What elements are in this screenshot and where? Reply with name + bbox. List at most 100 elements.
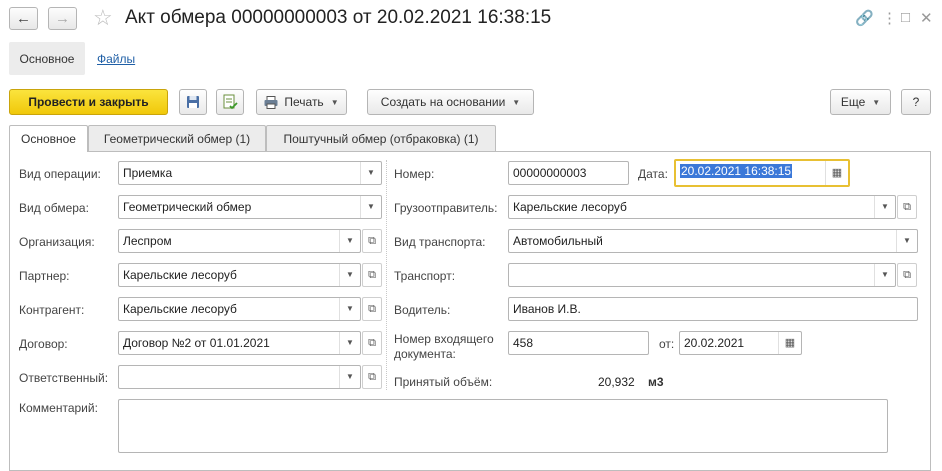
floppy-disk-icon (187, 96, 199, 108)
open-counterparty-button[interactable]: ⧉ (362, 297, 382, 321)
chevron-down-icon[interactable]: ▼ (874, 264, 895, 286)
organization-label: Организация: (19, 235, 95, 249)
tab-geometric-measure[interactable]: Геометрический обмер (1) (88, 125, 266, 151)
calendar-icon[interactable]: ▦ (778, 332, 801, 354)
driver-field[interactable]: Иванов И.В. (508, 297, 918, 321)
chevron-down-icon[interactable]: ▼ (339, 366, 360, 388)
measure-type-label: Вид обмера: (19, 201, 89, 215)
accepted-volume-unit: м3 (648, 375, 664, 389)
column-divider (386, 160, 387, 390)
contract-field[interactable]: Договор №2 от 01.01.2021 ▼ (118, 331, 361, 355)
open-contract-button[interactable]: ⧉ (362, 331, 382, 355)
open-icon: ⧉ (903, 200, 911, 213)
incoming-doc-label-line2: документа: (394, 347, 456, 361)
open-responsible-button[interactable]: ⧉ (362, 365, 382, 389)
date-field[interactable]: 20.02.2021 16:38:15 ▦ (674, 159, 850, 187)
section-main[interactable]: Основное (9, 42, 85, 75)
chevron-down-icon[interactable]: ▼ (339, 332, 360, 354)
shipper-value: Карельские лесоруб (513, 200, 627, 214)
measure-type-field[interactable]: Геометрический обмер ▼ (118, 195, 382, 219)
create-based-on-label: Создать на основании (380, 95, 506, 109)
open-icon: ⧉ (368, 234, 376, 247)
incoming-doc-label-line1: Номер входящего (394, 332, 494, 346)
chevron-down-icon[interactable]: ▼ (874, 196, 895, 218)
open-transport-button[interactable]: ⧉ (897, 263, 917, 287)
open-icon: ⧉ (368, 302, 376, 315)
section-files-link[interactable]: Файлы (97, 52, 135, 66)
post-button[interactable] (216, 89, 244, 115)
number-label: Номер: (394, 167, 435, 181)
date-value: 20.02.2021 16:38:15 (680, 164, 793, 178)
post-and-close-button[interactable]: Провести и закрыть (9, 89, 168, 115)
print-button-label: Печать (284, 95, 324, 109)
open-icon: ⧉ (368, 268, 376, 281)
calendar-icon[interactable]: ▦ (825, 161, 848, 185)
tab-main[interactable]: Основное (9, 125, 88, 152)
counterparty-field[interactable]: Карельские лесоруб ▼ (118, 297, 361, 321)
arrow-right-icon: → (55, 10, 70, 27)
back-button[interactable]: ← (9, 7, 38, 30)
open-organization-button[interactable]: ⧉ (362, 229, 382, 253)
create-based-on-button[interactable]: Создать на основании ▼ (367, 89, 534, 115)
chevron-down-icon[interactable]: ▼ (896, 230, 917, 252)
transport-type-label: Вид транспорта: (394, 235, 486, 249)
responsible-field[interactable]: ▼ (118, 365, 361, 389)
organization-field[interactable]: Леспром ▼ (118, 229, 361, 253)
transport-type-field[interactable]: Автомобильный ▼ (508, 229, 918, 253)
operation-type-value: Приемка (123, 166, 173, 180)
square-icon[interactable]: □ (901, 9, 910, 26)
contract-value: Договор №2 от 01.01.2021 (123, 336, 270, 350)
chevron-down-icon[interactable]: ▼ (339, 230, 360, 252)
comment-textarea[interactable] (118, 399, 888, 453)
print-button[interactable]: Печать ▼ (256, 89, 347, 115)
open-partner-button[interactable]: ⧉ (362, 263, 382, 287)
chevron-down-icon: ▼ (512, 97, 521, 107)
chevron-down-icon[interactable]: ▼ (339, 264, 360, 286)
responsible-label: Ответственный: (19, 371, 109, 385)
comment-label: Комментарий: (19, 401, 98, 415)
accepted-volume-value: 20,932 (598, 375, 635, 389)
partner-value: Карельские лесоруб (123, 268, 237, 282)
incoming-doc-number-field[interactable]: 458 (508, 331, 649, 355)
chevron-down-icon: ▼ (330, 97, 339, 107)
measure-type-value: Геометрический обмер (123, 200, 252, 214)
transport-type-value: Автомобильный (513, 234, 603, 248)
chevron-down-icon[interactable]: ▼ (339, 298, 360, 320)
help-button[interactable]: ? (901, 89, 931, 115)
transport-field[interactable]: ▼ (508, 263, 896, 287)
number-value: 00000000003 (513, 166, 587, 180)
partner-field[interactable]: Карельские лесоруб ▼ (118, 263, 361, 287)
chevron-down-icon[interactable]: ▼ (360, 162, 381, 184)
driver-value: Иванов И.В. (513, 302, 581, 316)
open-icon: ⧉ (368, 336, 376, 349)
chevron-down-icon[interactable]: ▼ (360, 196, 381, 218)
operation-type-field[interactable]: Приемка ▼ (118, 161, 382, 185)
tab-piece-measure[interactable]: Поштучный обмер (отбраковка) (1) (266, 125, 496, 151)
shipper-field[interactable]: Карельские лесоруб ▼ (508, 195, 896, 219)
vertical-dots-icon[interactable]: ⋮ (882, 9, 897, 27)
number-field[interactable]: 00000000003 (508, 161, 629, 185)
incoming-date-field[interactable]: 20.02.2021 ▦ (679, 331, 802, 355)
printer-icon (264, 95, 278, 109)
close-icon[interactable]: ✕ (920, 9, 933, 27)
save-button[interactable] (179, 89, 207, 115)
star-icon[interactable]: ☆ (93, 5, 113, 31)
chevron-down-icon: ▼ (872, 97, 881, 107)
document-post-icon (223, 94, 238, 110)
driver-label: Водитель: (394, 303, 451, 317)
shipper-label: Грузоотправитель: (394, 201, 498, 215)
forward-button[interactable]: → (48, 7, 77, 30)
open-shipper-button[interactable]: ⧉ (897, 195, 917, 219)
more-button-label: Еще (840, 95, 866, 109)
link-icon[interactable]: 🔗 (855, 9, 874, 27)
partner-label: Партнер: (19, 269, 70, 283)
transport-label: Транспорт: (394, 269, 456, 283)
incoming-date-label: от: (659, 337, 675, 351)
accepted-volume-label: Принятый объём: (394, 375, 493, 389)
organization-value: Леспром (123, 234, 172, 248)
counterparty-label: Контрагент: (19, 303, 85, 317)
more-button[interactable]: Еще ▼ (830, 89, 891, 115)
incoming-doc-number-value: 458 (513, 336, 534, 350)
arrow-left-icon: ← (16, 10, 31, 27)
incoming-date-value: 20.02.2021 (684, 336, 745, 350)
